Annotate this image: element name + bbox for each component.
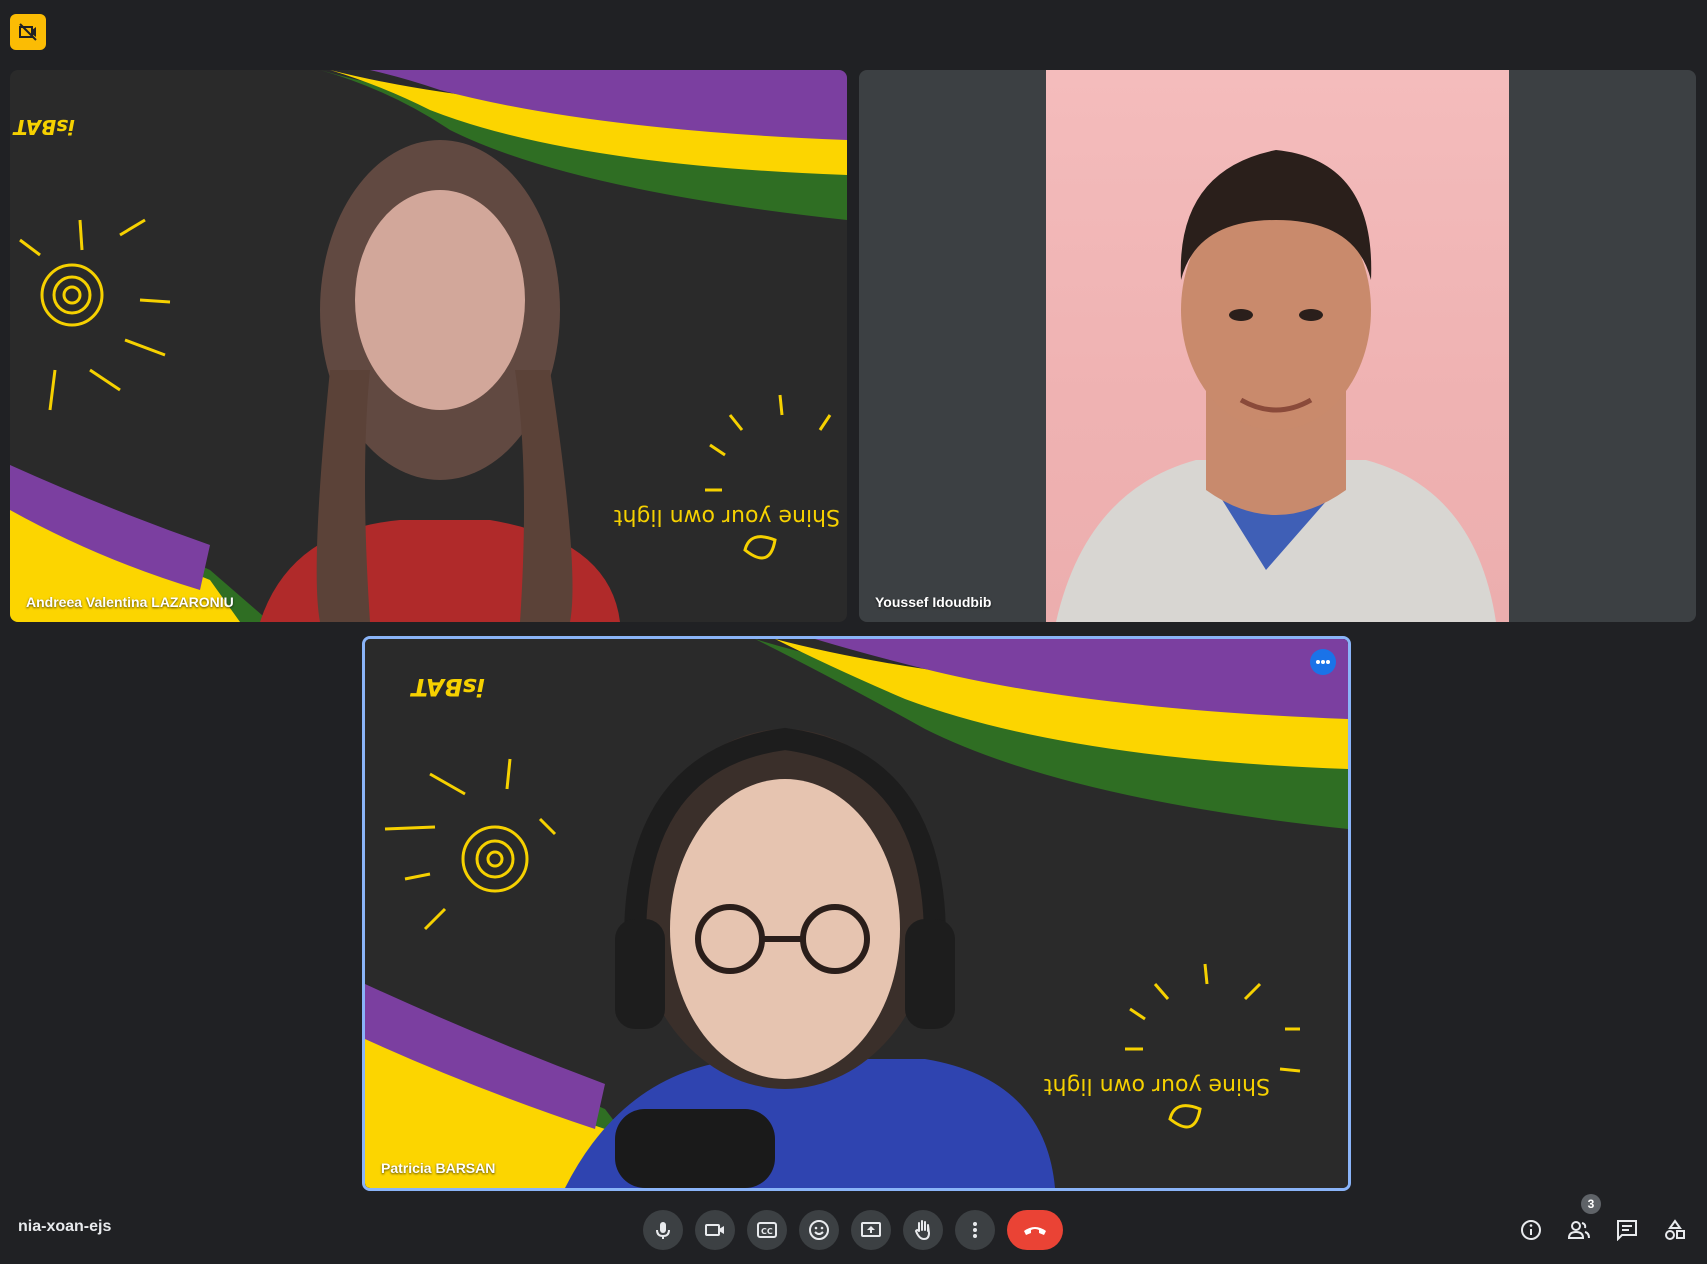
captions-icon: CC: [757, 1222, 777, 1238]
end-call-icon: [1024, 1227, 1046, 1235]
svg-text:isBAT: isBAT: [12, 115, 75, 139]
present-screen-icon: [861, 1222, 881, 1237]
participant-name: Andreea Valentina LAZARONIU: [26, 594, 234, 610]
participant-video: [1046, 70, 1509, 622]
svg-text:isBAT: isBAT: [410, 673, 485, 701]
participant-name: Youssef Idoudbib: [875, 594, 992, 610]
more-options-icon: [973, 1222, 977, 1238]
recording-badge[interactable]: [10, 14, 46, 50]
microphone-icon: [656, 1222, 670, 1239]
virtual-background: Shine your own light isBAT: [365, 639, 1348, 1188]
activities-icon: [1665, 1219, 1685, 1240]
meeting-code: nia-xoan-ejs: [18, 1218, 112, 1235]
meeting-details-button[interactable]: [1511, 1210, 1551, 1250]
person-silhouette: [1056, 150, 1496, 622]
camera-icon: [705, 1224, 724, 1236]
participant-tile-youssef[interactable]: Youssef Idoudbib: [859, 70, 1696, 622]
microphone-button[interactable]: [643, 1210, 683, 1250]
participant-tile-andreea[interactable]: Shine your own light isBAT Andreea Valen…: [10, 70, 847, 622]
chat-icon: [1617, 1220, 1637, 1241]
participant-tile-patricia[interactable]: Shine your own light isBAT Patricia BARS…: [362, 636, 1351, 1191]
svg-text:Shine your own light: Shine your own light: [1044, 1073, 1270, 1098]
participant-name: Patricia BARSAN: [381, 1160, 496, 1176]
present-button[interactable]: [851, 1210, 891, 1250]
people-icon: [1567, 1221, 1590, 1239]
bottom-control-bar: nia-xoan-ejs CC 3: [0, 1188, 1707, 1264]
people-button[interactable]: [1559, 1210, 1599, 1250]
tile-options-button[interactable]: [1310, 649, 1336, 675]
end-call-button[interactable]: [1007, 1210, 1063, 1250]
raise-hand-icon: [914, 1220, 931, 1241]
raise-hand-button[interactable]: [903, 1210, 943, 1250]
chat-button[interactable]: [1607, 1210, 1647, 1250]
svg-text:CC: CC: [761, 1227, 773, 1236]
emoji-button[interactable]: [799, 1210, 839, 1250]
captions-button[interactable]: CC: [747, 1210, 787, 1250]
activities-button[interactable]: [1655, 1210, 1695, 1250]
svg-text:Shine your own light: Shine your own light: [614, 504, 840, 529]
info-icon: [1521, 1220, 1541, 1240]
more-options-button[interactable]: [955, 1210, 995, 1250]
camera-button[interactable]: [695, 1210, 735, 1250]
no-video-icon: [19, 23, 37, 41]
more-horizontal-icon: [1316, 660, 1330, 664]
emoji-icon: [809, 1220, 829, 1240]
virtual-background: Shine your own light isBAT: [10, 70, 847, 622]
